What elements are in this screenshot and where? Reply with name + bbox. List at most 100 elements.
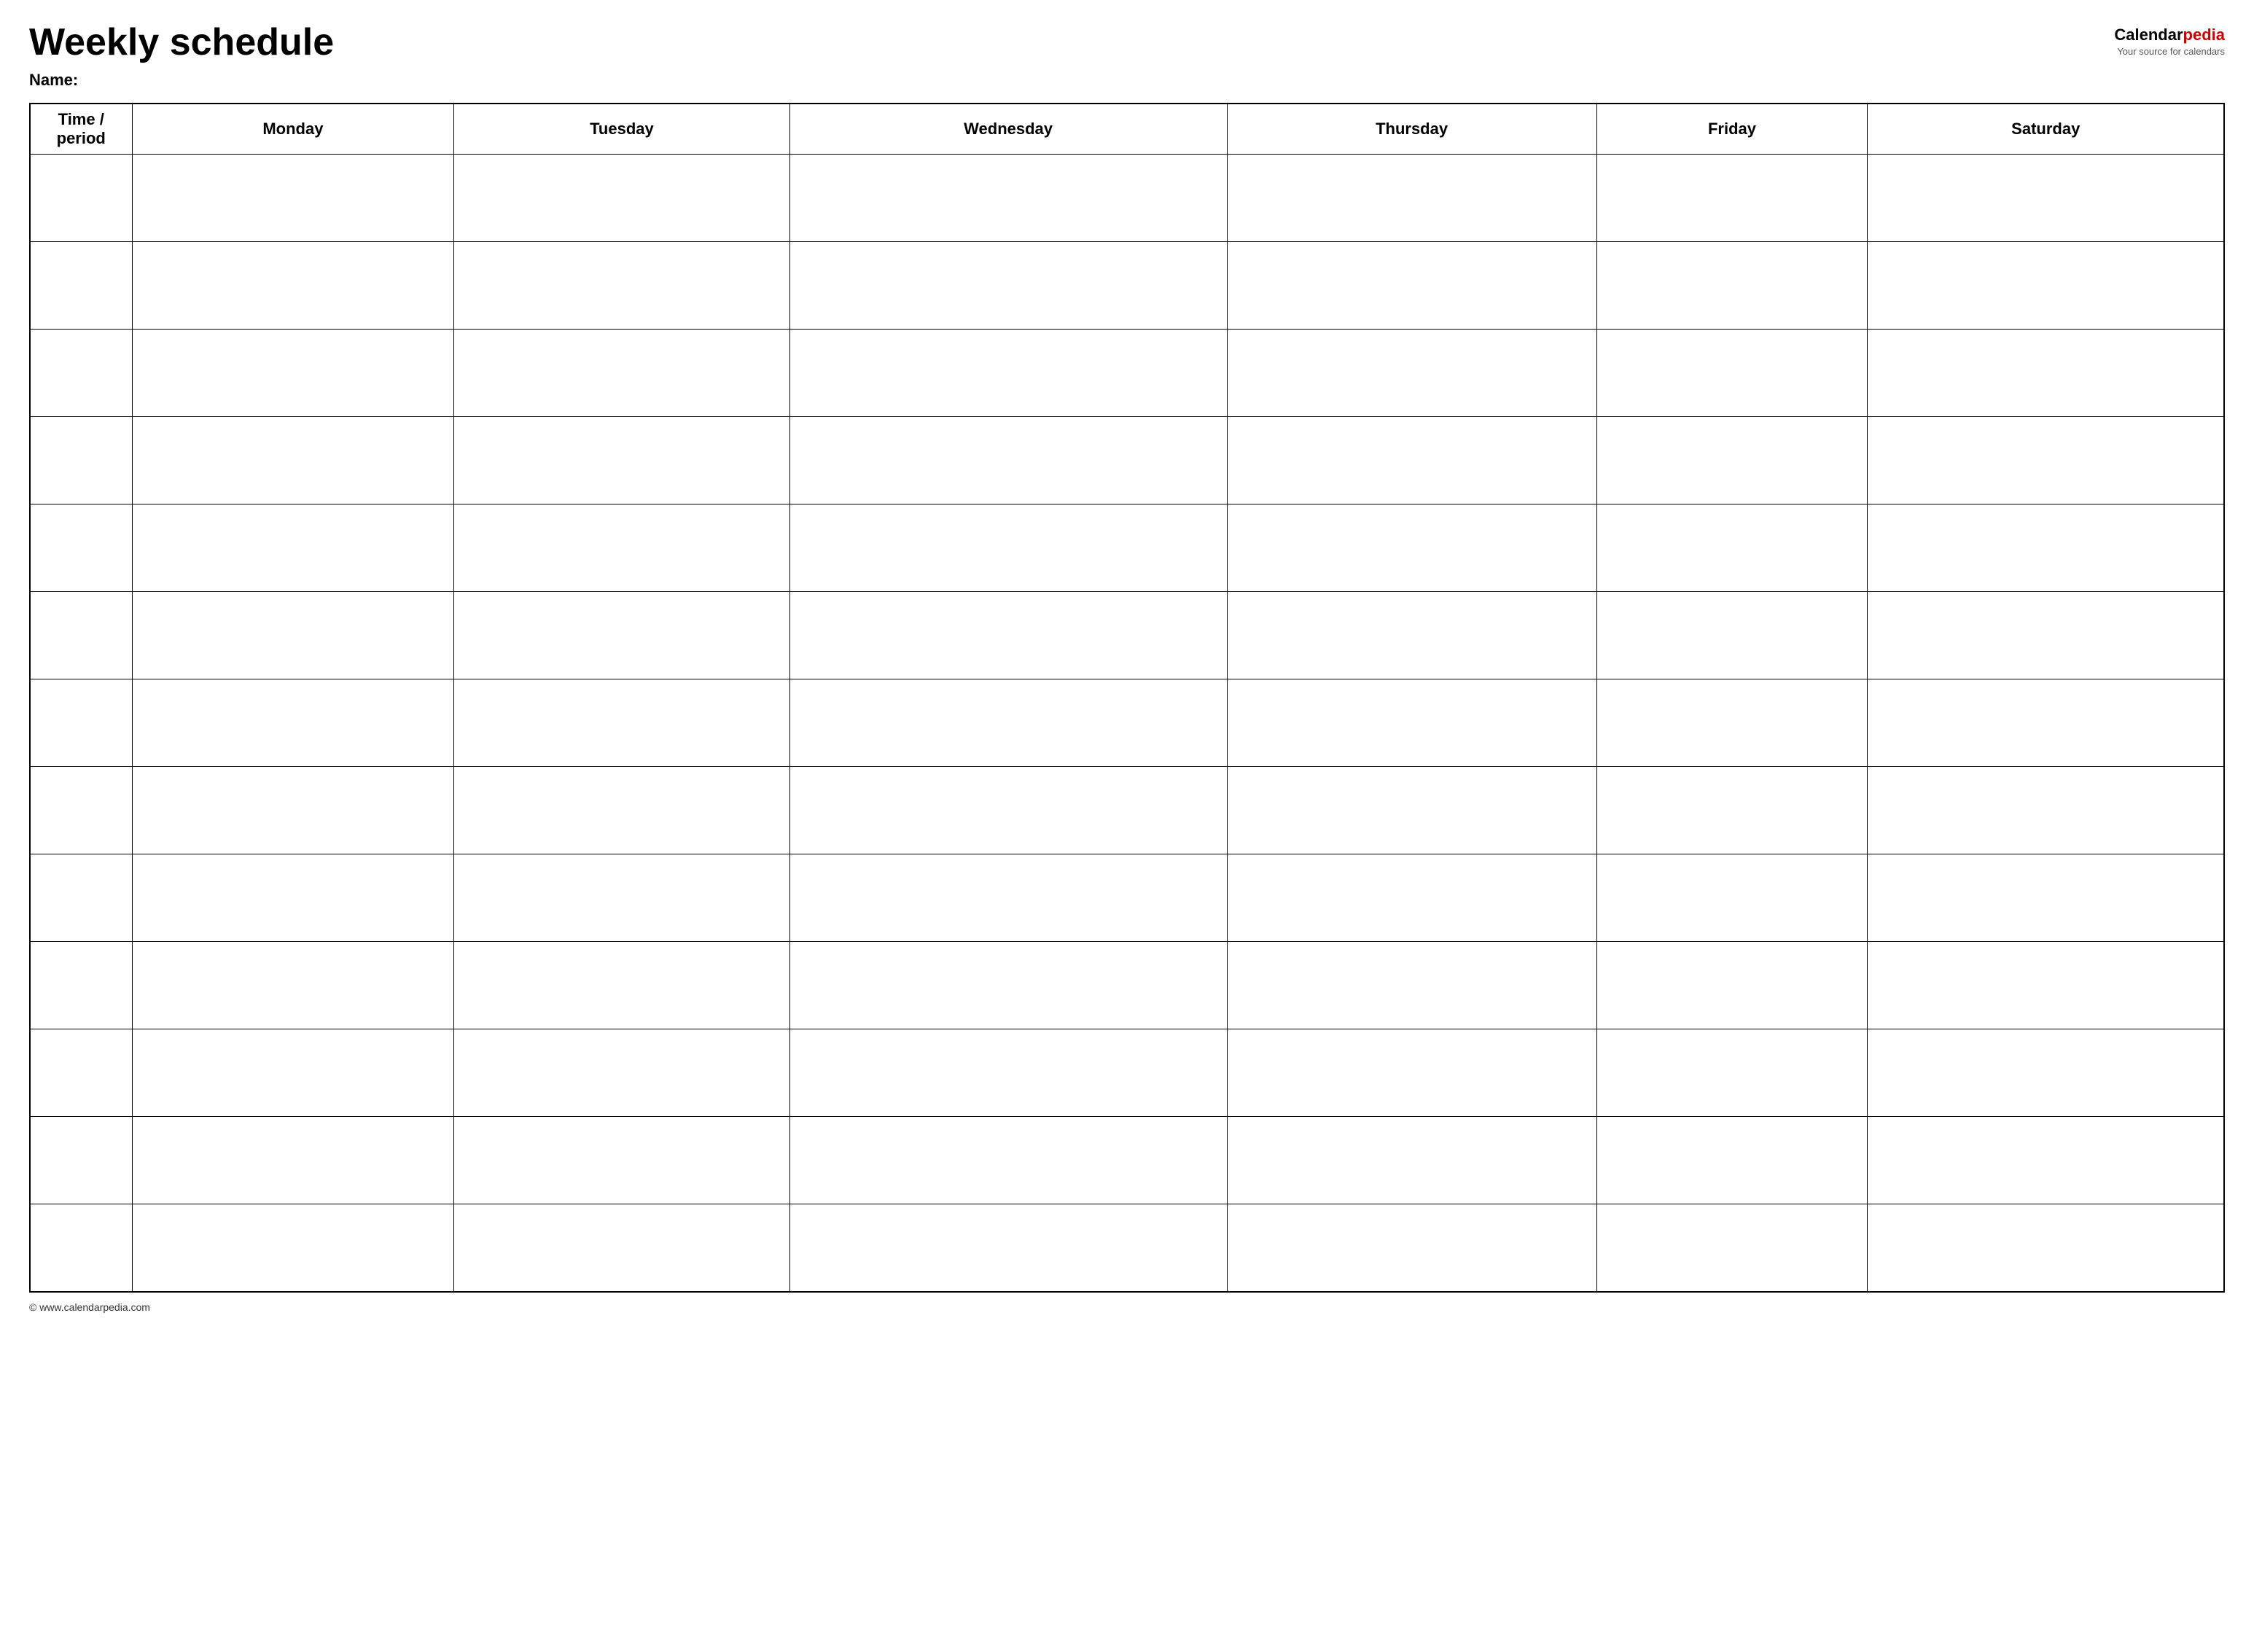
day-cell[interactable]: [1596, 504, 1868, 592]
day-cell[interactable]: [789, 1117, 1227, 1204]
day-cell[interactable]: [789, 504, 1227, 592]
table-row: [30, 854, 2224, 942]
time-cell[interactable]: [30, 1204, 132, 1292]
day-cell[interactable]: [789, 242, 1227, 330]
day-cell[interactable]: [1227, 679, 1596, 767]
day-cell[interactable]: [1596, 330, 1868, 417]
day-cell[interactable]: [1227, 504, 1596, 592]
time-cell[interactable]: [30, 1117, 132, 1204]
time-cell[interactable]: [30, 1029, 132, 1117]
col-saturday: Saturday: [1868, 104, 2224, 155]
day-cell[interactable]: [454, 417, 789, 504]
day-cell[interactable]: [1868, 767, 2224, 854]
time-cell[interactable]: [30, 504, 132, 592]
day-cell[interactable]: [1868, 504, 2224, 592]
day-cell[interactable]: [132, 330, 454, 417]
day-cell[interactable]: [132, 1204, 454, 1292]
day-cell[interactable]: [1227, 417, 1596, 504]
day-cell[interactable]: [1227, 155, 1596, 242]
day-cell[interactable]: [1596, 155, 1868, 242]
day-cell[interactable]: [1596, 767, 1868, 854]
day-cell[interactable]: [1868, 854, 2224, 942]
day-cell[interactable]: [1227, 330, 1596, 417]
time-cell[interactable]: [30, 679, 132, 767]
day-cell[interactable]: [454, 155, 789, 242]
day-cell[interactable]: [132, 592, 454, 679]
time-cell[interactable]: [30, 854, 132, 942]
day-cell[interactable]: [1227, 942, 1596, 1029]
logo-text: Calendarpedia: [2114, 26, 2225, 44]
day-cell[interactable]: [132, 854, 454, 942]
day-cell[interactable]: [132, 942, 454, 1029]
day-cell[interactable]: [454, 242, 789, 330]
day-cell[interactable]: [1227, 854, 1596, 942]
time-cell[interactable]: [30, 330, 132, 417]
day-cell[interactable]: [789, 679, 1227, 767]
day-cell[interactable]: [1596, 854, 1868, 942]
day-cell[interactable]: [1868, 155, 2224, 242]
day-cell[interactable]: [1868, 942, 2224, 1029]
day-cell[interactable]: [1868, 242, 2224, 330]
day-cell[interactable]: [132, 679, 454, 767]
day-cell[interactable]: [454, 679, 789, 767]
day-cell[interactable]: [454, 330, 789, 417]
day-cell[interactable]: [1868, 330, 2224, 417]
time-cell[interactable]: [30, 417, 132, 504]
time-cell[interactable]: [30, 767, 132, 854]
day-cell[interactable]: [454, 854, 789, 942]
day-cell[interactable]: [1596, 1117, 1868, 1204]
day-cell[interactable]: [132, 242, 454, 330]
day-cell[interactable]: [1227, 767, 1596, 854]
day-cell[interactable]: [454, 592, 789, 679]
day-cell[interactable]: [1868, 679, 2224, 767]
day-cell[interactable]: [789, 417, 1227, 504]
day-cell[interactable]: [789, 155, 1227, 242]
day-cell[interactable]: [789, 854, 1227, 942]
day-cell[interactable]: [1596, 942, 1868, 1029]
day-cell[interactable]: [454, 942, 789, 1029]
day-cell[interactable]: [789, 1029, 1227, 1117]
day-cell[interactable]: [1868, 592, 2224, 679]
page-title: Weekly schedule: [29, 22, 2114, 63]
day-cell[interactable]: [132, 767, 454, 854]
time-cell[interactable]: [30, 942, 132, 1029]
day-cell[interactable]: [1596, 1029, 1868, 1117]
day-cell[interactable]: [1868, 417, 2224, 504]
table-row: [30, 242, 2224, 330]
name-label: Name:: [29, 71, 2114, 90]
day-cell[interactable]: [789, 330, 1227, 417]
day-cell[interactable]: [454, 1029, 789, 1117]
day-cell[interactable]: [1596, 1204, 1868, 1292]
day-cell[interactable]: [454, 504, 789, 592]
time-cell[interactable]: [30, 592, 132, 679]
day-cell[interactable]: [454, 767, 789, 854]
table-header: Time / period Monday Tuesday Wednesday T…: [30, 104, 2224, 155]
day-cell[interactable]: [132, 504, 454, 592]
day-cell[interactable]: [789, 767, 1227, 854]
day-cell[interactable]: [1596, 592, 1868, 679]
day-cell[interactable]: [1227, 1029, 1596, 1117]
day-cell[interactable]: [1227, 242, 1596, 330]
day-cell[interactable]: [132, 1029, 454, 1117]
day-cell[interactable]: [132, 417, 454, 504]
day-cell[interactable]: [454, 1204, 789, 1292]
day-cell[interactable]: [132, 1117, 454, 1204]
day-cell[interactable]: [1868, 1117, 2224, 1204]
day-cell[interactable]: [1227, 1117, 1596, 1204]
day-cell[interactable]: [454, 1117, 789, 1204]
day-cell[interactable]: [1596, 417, 1868, 504]
day-cell[interactable]: [1596, 679, 1868, 767]
day-cell[interactable]: [1227, 592, 1596, 679]
day-cell[interactable]: [1227, 1204, 1596, 1292]
day-cell[interactable]: [132, 155, 454, 242]
table-body: [30, 155, 2224, 1292]
day-cell[interactable]: [789, 592, 1227, 679]
time-cell[interactable]: [30, 155, 132, 242]
time-cell[interactable]: [30, 242, 132, 330]
day-cell[interactable]: [1868, 1204, 2224, 1292]
day-cell[interactable]: [789, 942, 1227, 1029]
day-cell[interactable]: [1868, 1029, 2224, 1117]
day-cell[interactable]: [1596, 242, 1868, 330]
day-cell[interactable]: [789, 1204, 1227, 1292]
table-row: [30, 592, 2224, 679]
